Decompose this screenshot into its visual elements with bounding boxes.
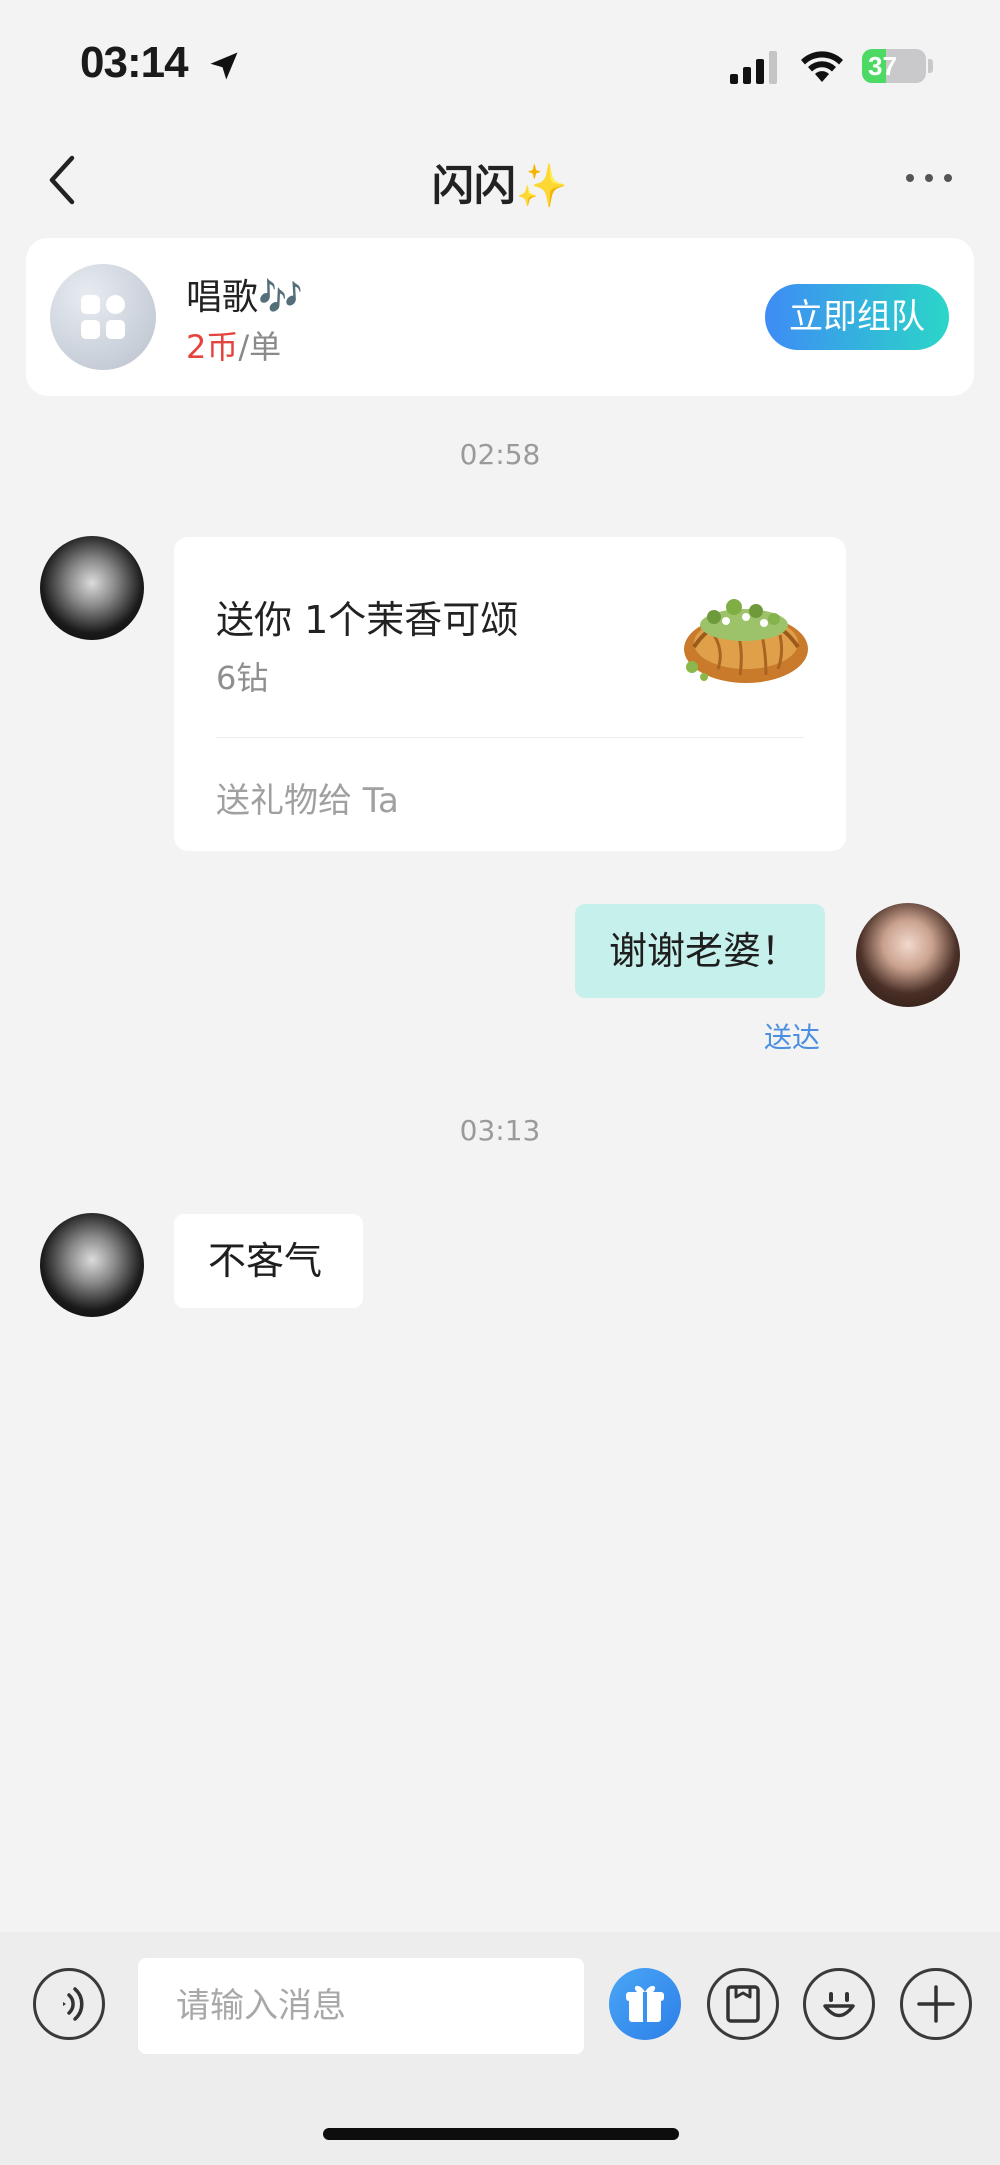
ellipsis-icon[interactable] bbox=[904, 166, 954, 190]
my-message-bubble[interactable]: 谢谢老婆！ bbox=[575, 904, 825, 998]
home-indicator[interactable] bbox=[323, 2128, 679, 2140]
gift-title: 送你 1个茉香可颂 bbox=[216, 598, 519, 642]
battery-icon: 37 bbox=[862, 49, 926, 83]
voice-icon[interactable] bbox=[33, 1968, 105, 2040]
photo-album-icon[interactable] bbox=[707, 1968, 779, 2040]
divider bbox=[216, 737, 804, 738]
battery-cap bbox=[928, 59, 933, 73]
gift-message-card[interactable]: 送你 1个茉香可颂 6钻 送礼物给 Ta bbox=[174, 537, 846, 851]
message-timestamp: 02:58 bbox=[459, 438, 541, 471]
avatar[interactable] bbox=[856, 903, 960, 1007]
plus-icon[interactable] bbox=[900, 1968, 972, 2040]
service-price: 2币/单 bbox=[186, 322, 281, 368]
nav-bar: 闪闪✨ bbox=[0, 130, 1000, 230]
cellular-signal-icon bbox=[730, 51, 777, 84]
service-card[interactable]: 唱歌🎶 2币/单 立即组队 bbox=[26, 238, 974, 396]
avatar[interactable] bbox=[40, 1213, 144, 1317]
gift-price: 6钻 bbox=[216, 659, 269, 697]
message-timestamp: 03:13 bbox=[459, 1114, 541, 1147]
location-arrow-icon bbox=[210, 52, 238, 80]
battery-percent: 37 bbox=[868, 51, 897, 81]
croissant-image bbox=[684, 599, 808, 683]
page-title: 闪闪✨ bbox=[431, 161, 569, 210]
other-message-bubble[interactable]: 不客气 bbox=[174, 1214, 363, 1308]
emoji-icon[interactable] bbox=[803, 1968, 875, 2040]
gift-icon[interactable] bbox=[609, 1968, 681, 2040]
status-bar: 03:14 37 bbox=[0, 0, 1000, 130]
form-team-button[interactable]: 立即组队 bbox=[765, 284, 949, 350]
status-time: 03:14 bbox=[80, 38, 189, 87]
avatar[interactable] bbox=[40, 536, 144, 640]
service-price-amount: 2币 bbox=[186, 328, 239, 366]
send-gift-link[interactable]: 送礼物给 Ta bbox=[216, 773, 399, 822]
grid-apps-icon bbox=[50, 264, 156, 370]
wifi-icon bbox=[801, 51, 843, 82]
message-input[interactable] bbox=[138, 1958, 584, 2054]
service-name: 唱歌🎶 bbox=[186, 277, 303, 318]
service-price-unit: /单 bbox=[238, 328, 282, 366]
delivery-status: 送达 bbox=[764, 1021, 821, 1054]
